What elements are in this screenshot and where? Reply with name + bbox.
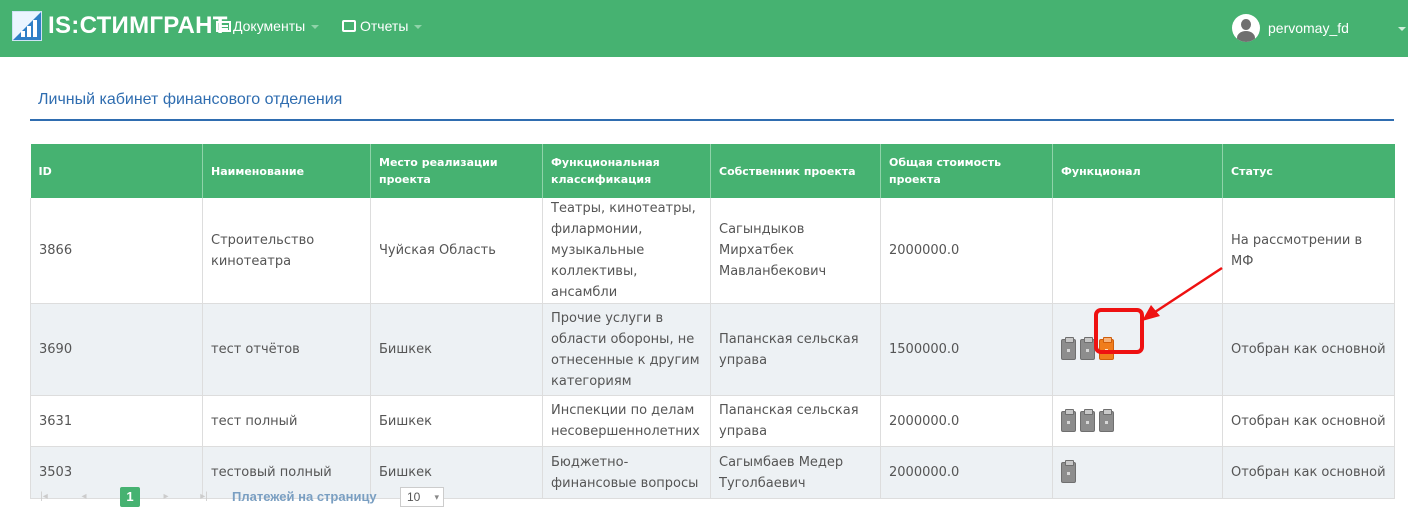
- user-name[interactable]: pervomay_fd: [1268, 20, 1349, 36]
- per-page-value: 10: [407, 490, 421, 504]
- clipboard-icon[interactable]: [1061, 460, 1076, 483]
- clipboard-icon[interactable]: [1061, 408, 1076, 432]
- clipboard-icon[interactable]: [1080, 408, 1095, 432]
- cell-id: 3866: [30, 198, 203, 304]
- per-page-label: Платежей на страницу: [232, 489, 377, 504]
- column-header-name[interactable]: Наименование: [202, 144, 371, 198]
- cell-classification: Театры, кинотеатры, филармонии, музыкаль…: [542, 198, 711, 304]
- chevron-down-icon: [311, 25, 320, 30]
- cell-place: Бишкек: [370, 395, 543, 447]
- clipboard-icon[interactable]: [1099, 408, 1114, 432]
- cell-owner: Сагымбаев Медер Туголбаевич: [710, 446, 881, 499]
- menu-documents[interactable]: Документы: [216, 18, 320, 34]
- annotation-highlight-box: [1094, 308, 1144, 354]
- user-menu-chevron-icon[interactable]: [1398, 27, 1406, 31]
- annotation-arrow-icon: [1142, 266, 1223, 321]
- cell-cost: 1500000.0: [880, 303, 1053, 396]
- cell-id: 3631: [30, 395, 203, 447]
- column-header-place[interactable]: Место реализации проекта: [370, 144, 543, 198]
- cell-status: На рассмотрении в МФ: [1222, 198, 1395, 304]
- cell-place: Бишкек: [370, 446, 543, 499]
- cell-id: 3690: [30, 303, 203, 396]
- cell-status: Отобран как основной: [1222, 446, 1395, 499]
- menu-reports-label: Отчеты: [360, 18, 409, 34]
- column-header-owner[interactable]: Собственник проекта: [710, 144, 881, 198]
- table-header-row: ID Наименование Место реализации проекта…: [30, 144, 1395, 198]
- top-navbar: IS:СТИМГРАНТ Документы Отчеты pervomay_f…: [0, 0, 1408, 57]
- function-icons: [1061, 408, 1214, 432]
- print-icon: [342, 20, 356, 32]
- clipboard-icon[interactable]: [1080, 337, 1095, 360]
- menu-reports[interactable]: Отчеты: [342, 18, 423, 34]
- cell-name: тест полный: [202, 395, 371, 447]
- function-icons: [1061, 460, 1214, 483]
- cell-place: Чуйская Область: [370, 198, 543, 304]
- column-header-functions[interactable]: Функционал: [1052, 144, 1223, 198]
- cell-functions: [1052, 446, 1223, 499]
- cell-place: Бишкек: [370, 303, 543, 396]
- cell-classification: Бюджетно-финансовые вопросы: [542, 446, 711, 499]
- cell-name: Строительство кинотеатра: [202, 198, 371, 304]
- documents-icon: [216, 21, 231, 32]
- cell-classification: Инспекции по делам несовершеннолетних: [542, 395, 711, 447]
- cell-cost: 2000000.0: [880, 446, 1053, 499]
- column-header-cost[interactable]: Общая стоимость проекта: [880, 144, 1053, 198]
- cell-owner: Папанская сельская управа: [710, 395, 881, 447]
- cell-status: Отобран как основной: [1222, 303, 1395, 396]
- title-divider: [30, 119, 1394, 121]
- clipboard-icon[interactable]: [1061, 337, 1076, 360]
- chevron-down-icon: [414, 25, 423, 30]
- cell-name: тест отчётов: [202, 303, 371, 396]
- user-avatar-icon[interactable]: [1232, 14, 1260, 42]
- last-page-button[interactable]: ▸|: [196, 489, 212, 505]
- first-page-button[interactable]: |◂: [36, 489, 52, 505]
- cell-status: Отобран как основной: [1222, 395, 1395, 447]
- per-page-select[interactable]: 10 ▾: [400, 487, 444, 507]
- app-brand[interactable]: IS:СТИМГРАНТ: [48, 12, 228, 40]
- cell-owner: Папанская сельская управа: [710, 303, 881, 396]
- prev-page-button[interactable]: ◂: [76, 489, 92, 505]
- cell-cost: 2000000.0: [880, 198, 1053, 304]
- column-header-status[interactable]: Статус: [1222, 144, 1395, 198]
- next-page-button[interactable]: ▸: [158, 489, 174, 505]
- column-header-classification[interactable]: Функциональная классификация: [542, 144, 711, 198]
- column-header-id[interactable]: ID: [30, 144, 203, 198]
- table-row[interactable]: 3631 тест полный Бишкек Инспекции по дел…: [30, 395, 1395, 447]
- menu-documents-label: Документы: [233, 18, 306, 34]
- current-page-button[interactable]: 1: [120, 487, 140, 507]
- dropdown-arrow-icon: ▾: [434, 492, 439, 502]
- cell-functions: [1052, 395, 1223, 447]
- cell-classification: Прочие услуги в области обороны, не отне…: [542, 303, 711, 396]
- page-title: Личный кабинет финансового отделения: [38, 91, 343, 108]
- cell-id: 3503: [30, 446, 203, 499]
- cell-cost: 2000000.0: [880, 395, 1053, 447]
- cell-owner: Сагындыков Мирхатбек Мавланбекович: [710, 198, 881, 304]
- app-logo-icon[interactable]: [12, 11, 42, 41]
